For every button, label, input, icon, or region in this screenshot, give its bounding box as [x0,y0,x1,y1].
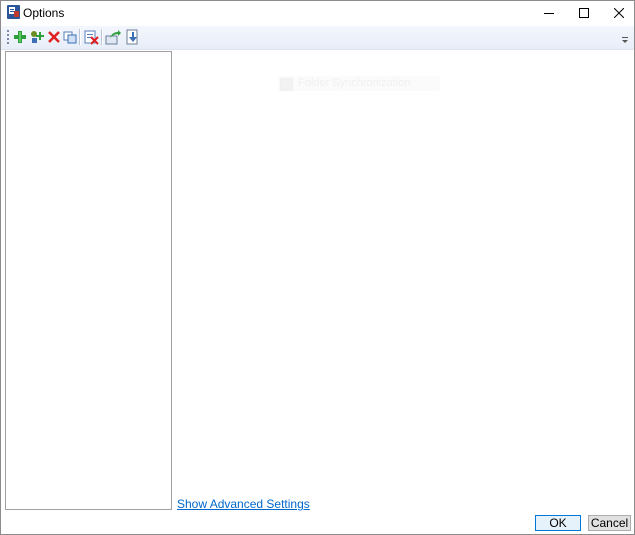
cancel-button[interactable]: Cancel [588,515,631,531]
ghost-option-label: Folder Synchronization [298,77,411,89]
ghost-checkbox [280,78,293,91]
window-title: Options [23,6,65,20]
close-button[interactable] [601,1,634,25]
delete-icon[interactable] [46,29,62,45]
import-icon[interactable] [125,29,141,45]
toolbar-separator [101,29,103,45]
toolbar-separator [79,29,81,45]
export-icon[interactable] [105,29,121,45]
toolbar-grip-icon[interactable] [6,29,9,45]
show-advanced-settings-link[interactable]: Show Advanced Settings [177,497,310,511]
ghost-option-item: Folder Synchronization [278,76,440,91]
toolbar-overflow-icon[interactable] [621,36,629,44]
copy-icon[interactable] [62,29,78,45]
toolbar [1,26,634,50]
add-icon[interactable] [12,29,28,45]
options-window: Options Folder Synchronization Show Adva… [0,0,635,535]
minimize-button[interactable] [531,1,567,25]
app-icon [7,5,20,19]
title-bar: Options [1,1,634,25]
minimize-icon [544,13,554,14]
remove-all-icon[interactable] [83,29,99,45]
ok-button[interactable]: OK [535,515,581,531]
maximize-button[interactable] [566,1,602,25]
add-group-icon[interactable] [29,29,45,45]
maximize-icon [579,8,589,18]
options-tree-panel[interactable] [5,51,172,510]
close-icon [614,8,624,18]
